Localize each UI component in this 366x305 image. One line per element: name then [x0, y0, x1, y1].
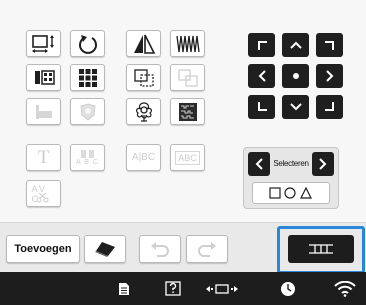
ungroup-button[interactable]	[170, 64, 205, 91]
chevron-right-icon	[325, 70, 333, 82]
group-overlap-icon	[133, 68, 154, 87]
stacked-bars-icon	[80, 150, 94, 158]
eraser-icon	[95, 242, 115, 257]
chevron-up-icon	[289, 41, 302, 49]
move-right-button[interactable]	[316, 64, 343, 88]
select-panel: Selecteren	[243, 147, 339, 209]
wifi-button[interactable]	[330, 272, 360, 305]
select-prev-button[interactable]	[248, 152, 270, 176]
repeat-pattern-button[interactable]	[70, 64, 105, 91]
text-font-button[interactable]: T	[26, 144, 61, 171]
document-button[interactable]	[112, 272, 136, 305]
move-up-left-button[interactable]	[248, 33, 275, 57]
font-frame-button[interactable]: ABC	[170, 144, 205, 171]
resize-icon	[31, 34, 54, 53]
move-left-button[interactable]	[248, 64, 275, 88]
square-circle-triangle-icon	[269, 187, 312, 199]
move-down-button[interactable]	[282, 95, 309, 119]
help-icon	[165, 281, 181, 296]
align-bars-icon	[35, 104, 52, 119]
add-label: Toevoegen	[14, 243, 72, 255]
mirror-icon	[133, 34, 155, 54]
font-frame-text: ABC	[175, 150, 200, 165]
move-down-left-button[interactable]	[248, 95, 275, 119]
select-label: Selecteren	[273, 159, 309, 168]
density-button[interactable]	[170, 30, 205, 57]
frame-move-button[interactable]	[202, 272, 242, 305]
font-cursor-button[interactable]: A|BC	[126, 144, 161, 171]
undo-icon	[151, 242, 169, 257]
grid-pattern-icon	[78, 68, 97, 87]
help-button[interactable]	[160, 272, 186, 305]
serif-t-icon: T	[37, 146, 50, 168]
mirror-button[interactable]	[126, 30, 161, 57]
select-next-button[interactable]	[312, 152, 334, 176]
thread-spool-palette-icon	[34, 69, 55, 85]
align-button[interactable]	[26, 98, 61, 125]
corner-up-left-icon	[257, 41, 267, 50]
ungroup-icon	[177, 68, 198, 87]
frame-move-icon	[206, 283, 238, 294]
wifi-icon	[334, 280, 356, 297]
corner-down-left-icon	[257, 102, 267, 111]
rotate-button[interactable]	[70, 30, 105, 57]
applique-button[interactable]	[70, 98, 105, 125]
group-button[interactable]	[126, 64, 161, 91]
chevron-down-icon	[289, 103, 302, 111]
footer-bar	[0, 272, 366, 305]
letter-spacing-button[interactable]: AV C	[26, 180, 61, 207]
center-dot-icon	[292, 73, 299, 79]
redo-button[interactable]	[186, 235, 228, 263]
chevron-left-icon	[255, 158, 263, 170]
spacing-glyph: AV C	[32, 184, 56, 204]
stipple-pattern-icon	[178, 102, 197, 121]
move-down-right-button[interactable]	[316, 95, 343, 119]
corner-up-right-icon	[324, 41, 334, 50]
corner-down-right-icon	[324, 102, 334, 111]
select-shapes-button[interactable]	[252, 182, 330, 204]
redo-icon	[198, 242, 216, 257]
stitch-density-icon	[175, 35, 200, 52]
frame-layout-icon	[309, 244, 333, 254]
stippling-button[interactable]	[170, 98, 205, 125]
move-up-right-button[interactable]	[316, 33, 343, 57]
bottom-toolbar: Toevoegen	[0, 222, 366, 274]
document-icon	[119, 282, 129, 295]
clock-button[interactable]	[276, 272, 300, 305]
embroidery-frame-button[interactable]	[288, 235, 354, 263]
flower-outline-icon	[135, 101, 152, 122]
thread-color-button[interactable]	[26, 64, 61, 91]
outline-button[interactable]	[126, 98, 161, 125]
chevron-right-icon	[319, 158, 327, 170]
scissors-icon	[36, 192, 48, 202]
clock-icon	[281, 281, 295, 296]
alphabet-array-button[interactable]: A B C	[70, 144, 105, 171]
move-up-button[interactable]	[282, 33, 309, 57]
resize-button[interactable]	[26, 30, 61, 57]
rotate-icon	[78, 34, 97, 54]
alphabet-small-text: A B C	[76, 159, 99, 166]
undo-button[interactable]	[139, 235, 181, 263]
chevron-left-icon	[258, 70, 266, 82]
font-cursor-text: A|BC	[131, 152, 156, 163]
delete-button[interactable]	[84, 235, 126, 263]
embroidery-edit-screen: T A B C A|BC ABC AV C Selecteren Toevoeg…	[0, 0, 366, 305]
shield-icon	[79, 102, 96, 121]
move-center-button[interactable]	[282, 64, 309, 88]
add-button[interactable]: Toevoegen	[6, 235, 80, 263]
